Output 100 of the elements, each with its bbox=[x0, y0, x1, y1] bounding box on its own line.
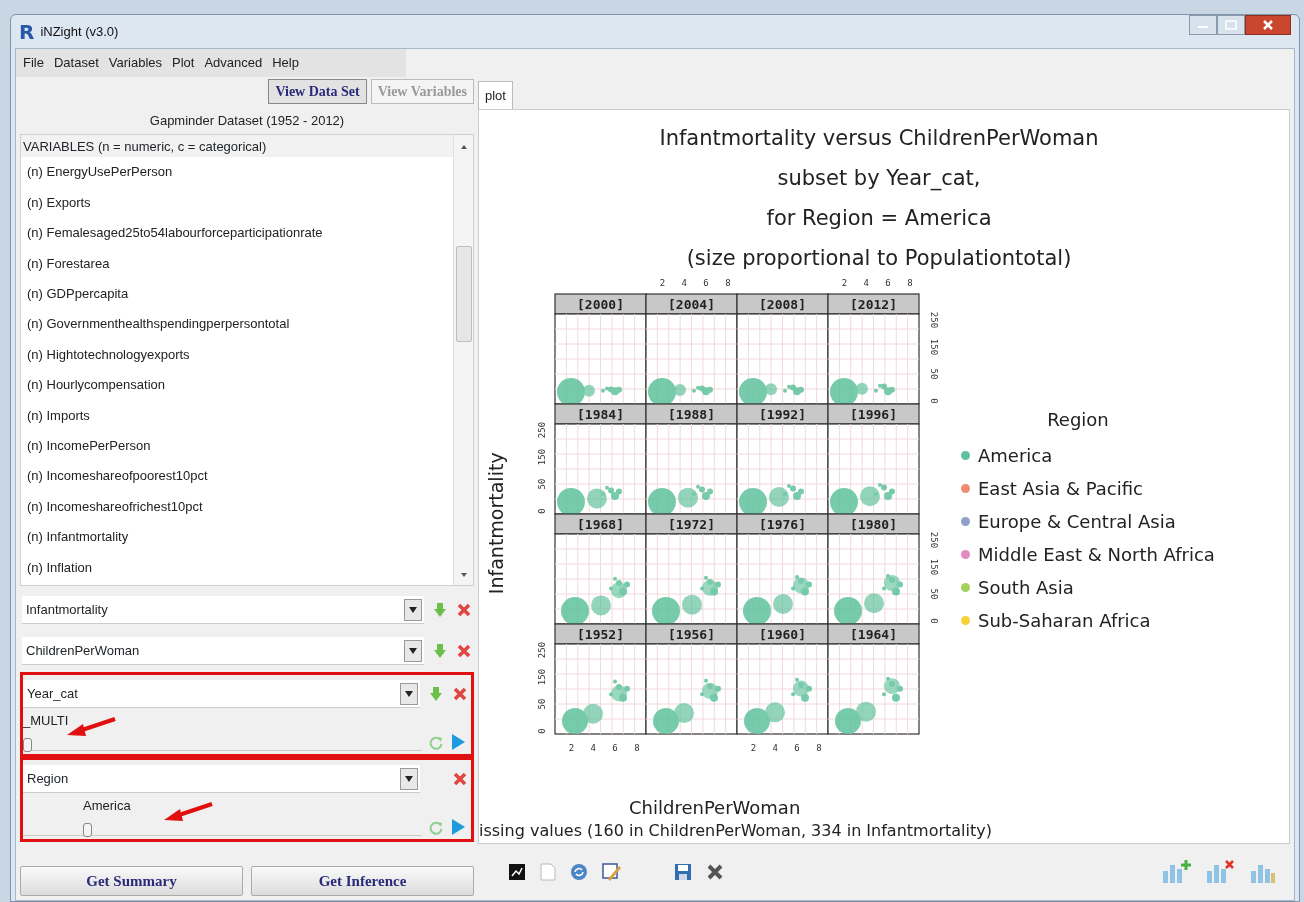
axis-tick-label: 150 bbox=[537, 448, 547, 466]
view-toggle-button[interactable]: View Data Set bbox=[268, 78, 367, 104]
axis-tick-label: 6 bbox=[885, 278, 891, 288]
scroll-up-icon[interactable] bbox=[459, 143, 468, 151]
dropdown-button[interactable] bbox=[404, 598, 422, 621]
panel-strip: [1968] bbox=[554, 513, 647, 535]
slider-thumb[interactable] bbox=[83, 823, 92, 837]
axis-tick-label: 50 bbox=[537, 478, 547, 490]
axis-tick-label: 50 bbox=[929, 588, 939, 600]
action-button[interactable]: Get Summary bbox=[20, 866, 243, 896]
menu-item[interactable]: File bbox=[18, 51, 49, 75]
bubble-points-drawing bbox=[561, 576, 630, 625]
menu-item[interactable]: Advanced bbox=[199, 51, 268, 75]
panel-strip: [1980] bbox=[827, 513, 920, 535]
dropdown-button[interactable] bbox=[400, 682, 418, 705]
axis-tick-label: 6 bbox=[612, 743, 618, 753]
axis-tick-label: 8 bbox=[907, 278, 913, 288]
variable-list-item[interactable]: (n) Inflation bbox=[21, 552, 453, 583]
remove-icon[interactable] bbox=[452, 686, 468, 702]
slider-thumb[interactable] bbox=[23, 738, 32, 752]
panel-strip: [1960] bbox=[736, 623, 829, 645]
variable-list-item[interactable]: (n) IncomePerPerson bbox=[21, 430, 453, 461]
axis-tick-label: 4 bbox=[681, 278, 687, 288]
app-logo: R bbox=[19, 18, 35, 46]
menu-item[interactable]: Variables bbox=[103, 51, 167, 75]
maximize-icon bbox=[1225, 20, 1237, 30]
dropdown-value: ChildrenPerWoman bbox=[26, 641, 140, 660]
dataset-title: Gapminder Dataset (1952 - 2012) bbox=[148, 111, 346, 130]
menu-item[interactable]: Dataset bbox=[48, 51, 104, 75]
caret-icon bbox=[405, 775, 413, 782]
maximize-button[interactable] bbox=[1217, 15, 1245, 35]
down-arrow-icon[interactable] bbox=[432, 602, 448, 618]
axis-tick-label: 2 bbox=[841, 278, 848, 288]
variable-list-item[interactable]: (n) Governmenthealthspendingperpersontotal bbox=[21, 308, 453, 340]
dropdown-button[interactable] bbox=[404, 639, 422, 662]
x-axis-label: ChildrenPerWoman bbox=[629, 797, 801, 818]
minimize-button[interactable] bbox=[1189, 15, 1217, 35]
axis-tick-label: 2 bbox=[568, 743, 575, 753]
play-icon[interactable] bbox=[450, 818, 466, 836]
axis-tick-label: 6 bbox=[703, 278, 709, 288]
refresh-icon[interactable] bbox=[570, 863, 588, 881]
panel-strip: [1952] bbox=[554, 623, 647, 645]
remove-icon[interactable] bbox=[452, 771, 468, 787]
variable-list-item[interactable]: (n) Imports bbox=[21, 400, 453, 431]
dropdown-value: Region bbox=[27, 769, 69, 788]
down-arrow-icon[interactable] bbox=[428, 686, 444, 702]
variable-list-item[interactable]: (n) Infantmortality bbox=[21, 521, 453, 553]
variable-list-item[interactable]: (n) Incomeshareofrichest10pct bbox=[21, 491, 453, 522]
plot-tab[interactable]: plot bbox=[478, 80, 513, 109]
down-arrow-icon[interactable] bbox=[432, 643, 448, 659]
pencil-icon[interactable] bbox=[602, 862, 622, 882]
variable-list-item[interactable]: (n) Hightotechnologyexports bbox=[21, 339, 453, 370]
legend-title: Region bbox=[1046, 408, 1110, 432]
variable-dropdown[interactable]: Region bbox=[23, 765, 420, 793]
save-icon[interactable] bbox=[674, 863, 692, 881]
variable-list-item[interactable]: (n) EnergyUsePerPerson bbox=[21, 157, 453, 188]
variable-list-item[interactable]: (n) Femalesaged25to54labourforceparticipationrate bbox=[21, 217, 453, 249]
plot-title-line: (size proportional to Populationtotal) bbox=[686, 246, 1072, 270]
axis-tick-label: 250 bbox=[537, 421, 547, 439]
panel-strip: [1984] bbox=[554, 403, 647, 425]
axis-tick-label: 4 bbox=[863, 278, 869, 288]
scrollbar-thumb[interactable] bbox=[455, 246, 472, 342]
variable-list-item[interactable]: (n) Forestarea bbox=[21, 248, 453, 279]
panel-strip: [1964] bbox=[827, 623, 920, 645]
remove-plot-icon[interactable] bbox=[1206, 859, 1236, 885]
add-plot-icon[interactable] bbox=[1162, 859, 1192, 885]
axis-tick-label: 8 bbox=[816, 743, 822, 753]
plot-window-icon[interactable] bbox=[508, 863, 526, 881]
bubble-points-drawing bbox=[743, 574, 812, 625]
variable-dropdown[interactable]: ChildrenPerWoman bbox=[22, 637, 424, 665]
variable-dropdown[interactable]: Year_cat bbox=[23, 680, 420, 708]
y-axis-label: Infantmortality bbox=[483, 452, 508, 594]
remove-icon[interactable] bbox=[456, 602, 472, 618]
action-button[interactable]: Get Inference bbox=[251, 866, 474, 896]
close-icon[interactable] bbox=[706, 863, 724, 881]
close-button[interactable] bbox=[1245, 15, 1291, 35]
axis-tick-label: 0 bbox=[929, 618, 939, 624]
plot-title-line: for Region = America bbox=[766, 206, 992, 230]
axis-tick-label: 250 bbox=[929, 311, 939, 329]
variable-list-item[interactable]: (n) GDPpercapita bbox=[21, 278, 453, 309]
window-title: iNZight (v3.0) bbox=[40, 22, 119, 41]
dropdown-button[interactable] bbox=[400, 767, 418, 790]
axis-tick-label: 250 bbox=[537, 641, 547, 659]
scroll-down-icon[interactable] bbox=[459, 571, 468, 579]
variable-list-item[interactable]: (n) Incomeshareofpoorest10pct bbox=[21, 460, 453, 492]
caret-icon bbox=[409, 606, 417, 613]
legend-label: Sub-Saharan Africa bbox=[978, 609, 1151, 633]
play-icon[interactable] bbox=[450, 733, 466, 751]
variable-list-item[interactable]: (n) Hourlycompensation bbox=[21, 369, 453, 401]
legend-label: Europe & Central Asia bbox=[978, 510, 1176, 534]
variable-list-item[interactable]: (n) Exports bbox=[21, 187, 453, 218]
menu-item[interactable]: Plot bbox=[167, 51, 200, 75]
menu-item[interactable]: Help bbox=[267, 51, 304, 75]
variable-dropdown[interactable]: Infantmortality bbox=[22, 596, 424, 624]
bubble-points-drawing bbox=[648, 484, 713, 516]
scrollbar[interactable] bbox=[453, 135, 473, 585]
status-message: issing values (160 in ChildrenPerWoman, 334 in Infantmortality) bbox=[479, 821, 992, 840]
panel-strip: [2000] bbox=[554, 293, 647, 315]
remove-icon[interactable] bbox=[456, 643, 472, 659]
panel-strip: [2012] bbox=[827, 293, 920, 315]
